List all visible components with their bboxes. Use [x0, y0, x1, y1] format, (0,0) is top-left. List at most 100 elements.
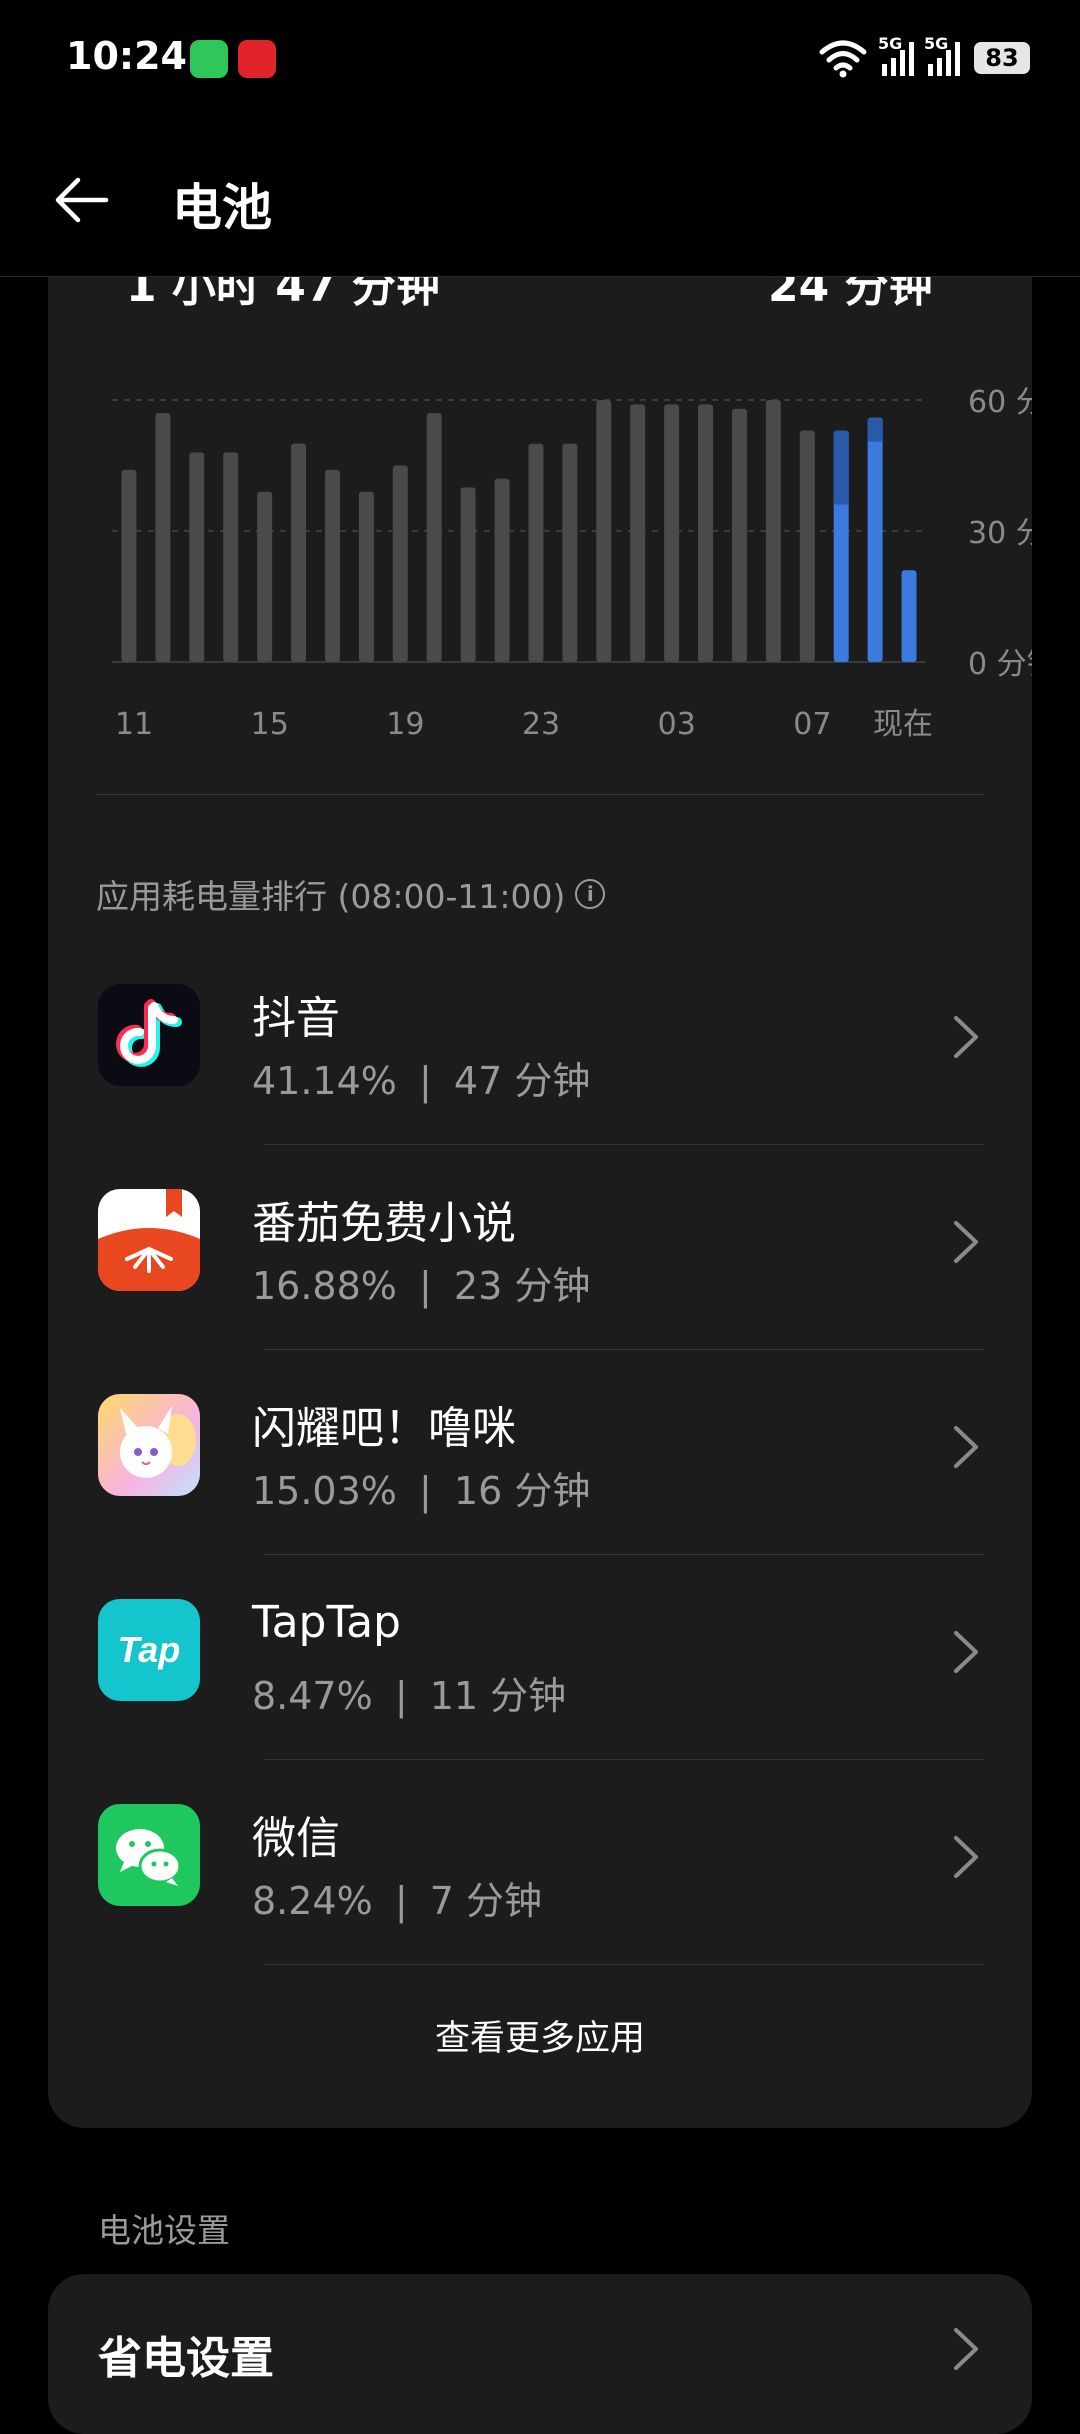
power-saving-settings-item[interactable]: 省电设置: [48, 2274, 1032, 2434]
battery-icon: 83: [974, 42, 1030, 74]
app-name: 微信: [252, 1813, 340, 1864]
sim2-network-label: 5G: [924, 34, 949, 53]
status-bar: 10:24 5G 5G 83: [0, 0, 1080, 120]
app-percent: 8.24%: [252, 1879, 373, 1923]
top-app-bar: 电池: [0, 120, 1080, 277]
stat-separator: |: [394, 1879, 408, 1923]
stat-separator: |: [419, 1059, 432, 1103]
wechat-notification-icon: [190, 40, 228, 78]
chart-bar: [867, 417, 883, 662]
signal-sim2-icon: 5G: [924, 34, 960, 76]
stat-separator: |: [419, 1469, 432, 1513]
chart-bar-cap: [867, 417, 883, 442]
chart-bar: [358, 491, 374, 662]
chevron-right-icon: [954, 1016, 978, 1058]
taptap-icon: Tap: [98, 1599, 200, 1701]
chart-bar: [155, 413, 171, 662]
chart-bar: [223, 452, 239, 662]
chart-bar: [528, 443, 544, 662]
x-tick-label: 11: [115, 707, 153, 742]
battery-usage-card: 1 小时 47 分钟 24 分钟 60 分钟30 分钟0 分钟111519230…: [48, 230, 1032, 2128]
app-name: 番茄免费小说: [252, 1198, 516, 1249]
chart-bar: [121, 469, 137, 662]
view-more-apps-button[interactable]: 查看更多应用: [48, 2010, 1032, 2061]
chart-bar: [698, 404, 714, 662]
y-tick-label: 60 分钟: [968, 385, 1032, 420]
sim1-network-label: 5G: [878, 34, 903, 53]
signal-sim1-icon: 5G: [878, 34, 914, 76]
app-row-taptap[interactable]: Tap TapTap 8.47% | 11 分钟: [48, 1555, 1032, 1760]
status-time: 10:24: [66, 34, 187, 78]
page-title: 电池: [172, 179, 272, 237]
y-tick-label: 0 分钟: [968, 647, 1032, 682]
x-tick-label: 现在: [873, 707, 933, 742]
chart-bar: [562, 443, 578, 662]
app-percent: 16.88%: [252, 1264, 397, 1308]
chevron-right-icon: [954, 1631, 978, 1673]
app-usage-stat: 16.88% | 23 分钟: [252, 1255, 590, 1310]
stat-separator: |: [394, 1674, 408, 1718]
battery-settings-section-label: 电池设置: [98, 2211, 230, 2250]
usage-bar-chart: 60 分钟 30 分钟 0 分钟 11 15 19 23 03 07 现在: [112, 385, 1032, 742]
app-percent: 8.47%: [252, 1674, 373, 1718]
section-divider: [96, 794, 984, 795]
app-percent: 15.03%: [252, 1469, 397, 1513]
chart-bar: [731, 408, 747, 662]
app-name: 闪耀吧！噜咪: [252, 1403, 516, 1454]
chart-bar: [494, 478, 510, 662]
ranking-section-label: 应用耗电量排行 (08:00-11:00) i: [96, 870, 606, 918]
chevron-right-icon: [954, 1221, 978, 1263]
app-time: 7 分钟: [429, 1879, 542, 1923]
app-row-shine-lumi[interactable]: 闪耀吧！噜咪 15.03% | 16 分钟: [48, 1350, 1032, 1555]
chart-bar: [392, 465, 408, 662]
chevron-right-icon: [954, 2328, 978, 2370]
wifi-icon: [819, 40, 867, 78]
chart-bar: [664, 404, 680, 662]
fanqie-novel-icon: [98, 1189, 200, 1291]
power-saving-settings-label: 省电设置: [98, 2333, 274, 2384]
row-divider: [264, 1964, 984, 1965]
app-time: 16 分钟: [453, 1469, 591, 1513]
app-row-fanqie-novel[interactable]: 番茄免费小说 16.88% | 23 分钟: [48, 1145, 1032, 1350]
chart-bar: [291, 443, 307, 662]
y-tick-label: 30 分钟: [968, 516, 1032, 551]
chart-bar: [596, 400, 612, 662]
app-time: 47 分钟: [453, 1059, 591, 1103]
chart-bar: [189, 452, 205, 662]
chart-bar: [324, 469, 340, 662]
ranking-title: 应用耗电量排行 (08:00-11:00): [96, 877, 566, 916]
chart-bar: [460, 487, 476, 662]
x-tick-label: 07: [793, 707, 831, 742]
chevron-right-icon: [954, 1426, 978, 1468]
shine-lumi-icon: [98, 1394, 200, 1496]
stat-separator: |: [419, 1264, 432, 1308]
info-icon[interactable]: i: [575, 879, 606, 909]
app-time: 23 分钟: [453, 1264, 591, 1308]
chart-bar: [765, 400, 781, 662]
app-usage-stat: 8.24% | 7 分钟: [252, 1870, 542, 1925]
chevron-right-icon: [954, 1836, 978, 1878]
app-usage-stat: 15.03% | 16 分钟: [252, 1460, 590, 1515]
chart-bar: [799, 430, 815, 662]
chart-bar: [257, 491, 273, 662]
wechat-icon: [98, 1804, 200, 1906]
app-name: 抖音: [252, 993, 340, 1044]
chart-bar: [901, 570, 917, 662]
app-usage-stat: 41.14% | 47 分钟: [252, 1050, 590, 1105]
x-tick-label: 03: [658, 707, 696, 742]
app-notification-icon: [238, 40, 276, 78]
app-percent: 41.14%: [252, 1059, 397, 1103]
chart-bar: [630, 404, 646, 662]
x-tick-label: 19: [386, 707, 424, 742]
chart-bar: [426, 413, 442, 662]
chart-bar-cap: [833, 430, 849, 505]
app-row-douyin[interactable]: 抖音 41.14% | 47 分钟: [48, 940, 1032, 1145]
taptap-icon-text: Tap: [117, 1629, 181, 1670]
douyin-icon: [98, 984, 200, 1086]
back-arrow-icon[interactable]: [50, 170, 110, 230]
app-row-wechat[interactable]: 微信 8.24% | 7 分钟: [48, 1760, 1032, 1965]
app-time: 11 分钟: [429, 1674, 567, 1718]
app-usage-stat: 8.47% | 11 分钟: [252, 1665, 566, 1720]
app-name: TapTap: [252, 1597, 401, 1648]
x-tick-label: 23: [522, 707, 560, 742]
